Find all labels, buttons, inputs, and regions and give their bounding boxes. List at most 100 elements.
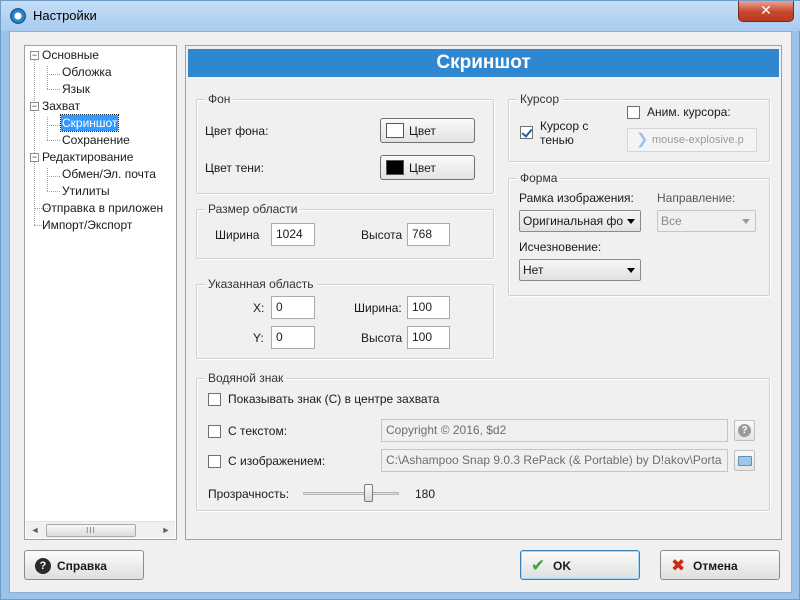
- help-button[interactable]: ? Справка: [24, 550, 144, 580]
- tree-connector: [47, 66, 48, 89]
- help-button-label: Справка: [57, 559, 107, 573]
- watermark-text-help-button[interactable]: ?: [734, 420, 755, 441]
- shadow-color-label: Цвет тени:: [205, 161, 264, 175]
- area-y-label: Y:: [253, 331, 264, 345]
- cursor-shadow-label: Курсор с тенью: [540, 119, 589, 147]
- watermark-group: Водяной знак Показывать знак (С) в центр…: [196, 371, 770, 511]
- area-width-input[interactable]: 1024: [271, 223, 315, 246]
- area-height-input[interactable]: 768: [407, 223, 450, 246]
- opacity-slider-thumb[interactable]: [364, 484, 373, 502]
- tree-collapse-toggle[interactable]: −: [30, 153, 39, 162]
- screenshot-settings-panel: Скриншот Фон Цвет фона: Цвет Цвет тени: …: [185, 45, 782, 540]
- with-image-checkbox[interactable]: [208, 455, 221, 468]
- cursor-group-title: Курсор: [517, 92, 563, 106]
- show-center-checkbox[interactable]: [208, 393, 221, 406]
- tree-connector: [47, 168, 48, 191]
- settings-tree: − Основные Обложка Язык − Захват Скриншо…: [24, 45, 177, 540]
- specified-area-group-title: Указанная область: [205, 277, 317, 291]
- area-x-label: X:: [253, 301, 265, 315]
- tree-connector: [47, 140, 60, 141]
- area-width-input-2[interactable]: 100: [407, 296, 450, 319]
- tree-item-share-email[interactable]: Обмен/Эл. почта: [62, 166, 156, 182]
- background-group: Фон Цвет фона: Цвет Цвет тени: Цвет: [196, 92, 494, 194]
- checkmark-icon: ✔: [531, 556, 546, 575]
- shape-group-title: Форма: [517, 171, 561, 185]
- opacity-label: Прозрачность:: [208, 487, 290, 501]
- with-image-label: С изображением:: [228, 454, 326, 468]
- tree-connector: [47, 117, 48, 140]
- dropdown-arrow-icon: [627, 268, 635, 273]
- help-icon: ?: [738, 424, 751, 437]
- tree-collapse-toggle[interactable]: −: [30, 51, 39, 60]
- scroll-thumb[interactable]: III: [46, 524, 136, 537]
- area-y-input[interactable]: 0: [271, 326, 315, 349]
- cancel-button[interactable]: ✖ Отмена: [660, 550, 780, 580]
- with-text-checkbox[interactable]: [208, 425, 221, 438]
- browse-image-button[interactable]: [734, 450, 755, 471]
- tree-item-import-export[interactable]: Импорт/Экспорт: [42, 217, 132, 233]
- animate-cursor-checkbox[interactable]: [627, 106, 640, 119]
- opacity-value: 180: [415, 487, 436, 501]
- help-icon: ?: [35, 558, 51, 574]
- panel-title: Скриншот: [188, 49, 779, 77]
- dropdown-arrow-icon: [742, 219, 750, 224]
- fade-dropdown[interactable]: Нет: [519, 259, 641, 281]
- bg-color-label: Цвет фона:: [205, 124, 269, 138]
- specified-area-group: Указанная область X: 0 Ширина: 100 Y: 0 …: [196, 277, 494, 359]
- ok-button-label: OK: [553, 559, 571, 573]
- area-size-group: Размер области Ширина 1024 Высота 768: [196, 202, 494, 259]
- bg-color-button[interactable]: Цвет: [380, 118, 475, 143]
- close-button[interactable]: ✕: [738, 1, 794, 22]
- scroll-left-arrow-icon[interactable]: ◄: [28, 524, 42, 537]
- area-height-label: Высота: [361, 228, 403, 242]
- shape-group: Форма Рамка изображения: Оригинальная фо…: [508, 171, 770, 296]
- tree-item-screenshot[interactable]: Скриншот: [59, 114, 120, 132]
- fade-label: Исчезновение:: [519, 240, 602, 254]
- cancel-x-icon: ✖: [671, 556, 686, 575]
- tree-item-send-to-app[interactable]: Отправка в приложен: [42, 200, 163, 216]
- watermark-image-path-input[interactable]: C:\Ashampoo Snap 9.0.3 RePack (& Portabl…: [381, 449, 728, 472]
- tree-connector: [47, 191, 60, 192]
- cursor-file-name: mouse-explosive.p: [652, 134, 744, 146]
- tree-connector: [47, 176, 60, 177]
- watermark-group-title: Водяной знак: [205, 371, 287, 385]
- tree-item-capture[interactable]: Захват: [42, 98, 80, 114]
- area-width-label-2: Ширина:: [354, 301, 402, 315]
- cursor-group: Курсор Курсор с тенью Аним. курсора: ❯ m…: [508, 92, 770, 162]
- opacity-slider-track[interactable]: [303, 492, 399, 495]
- tree-horizontal-scrollbar[interactable]: ◄ III ►: [26, 521, 175, 538]
- fade-dropdown-value: Нет: [523, 263, 544, 277]
- tree-item-basic[interactable]: Основные: [42, 47, 99, 63]
- area-height-input-2[interactable]: 100: [407, 326, 450, 349]
- frame-dropdown[interactable]: Оригинальная фо: [519, 210, 641, 232]
- shadow-color-button-label: Цвет: [409, 161, 436, 175]
- area-width-label: Ширина: [215, 228, 260, 242]
- title-bar[interactable]: Настройки ✕: [1, 1, 800, 31]
- dropdown-arrow-icon: [627, 219, 635, 224]
- folder-icon: [738, 456, 752, 466]
- tree-connector: [47, 125, 60, 126]
- dialog-client: − Основные Обложка Язык − Захват Скриншо…: [9, 31, 792, 593]
- bg-color-button-label: Цвет: [409, 124, 436, 138]
- tree-item-language[interactable]: Язык: [62, 81, 90, 97]
- scroll-right-arrow-icon[interactable]: ►: [159, 524, 173, 537]
- tree-connector: [34, 157, 35, 225]
- tree-item-utilities[interactable]: Утилиты: [62, 183, 110, 199]
- shadow-color-button[interactable]: Цвет: [380, 155, 475, 180]
- with-text-label: С текстом:: [228, 424, 288, 438]
- ok-button[interactable]: ✔ OK: [520, 550, 640, 580]
- area-x-input[interactable]: 0: [271, 296, 315, 319]
- chevron-right-icon: ❯: [636, 131, 649, 148]
- settings-window: Настройки ✕ − Основные Обложка Язык − За…: [0, 0, 800, 600]
- shadow-color-swatch: [386, 160, 404, 175]
- watermark-text-input[interactable]: Copyright © 2016, $d2: [381, 419, 728, 442]
- tree-item-skin[interactable]: Обложка: [62, 64, 112, 80]
- tree-item-saving[interactable]: Сохранение: [62, 132, 130, 148]
- direction-label: Направление:: [657, 191, 736, 205]
- cursor-shadow-checkbox[interactable]: [520, 126, 533, 139]
- tree-item-editing[interactable]: Редактирование: [42, 149, 133, 165]
- direction-dropdown-value: Все: [661, 214, 682, 228]
- tree-collapse-toggle[interactable]: −: [30, 102, 39, 111]
- direction-dropdown[interactable]: Все: [657, 210, 756, 232]
- background-group-title: Фон: [205, 92, 234, 106]
